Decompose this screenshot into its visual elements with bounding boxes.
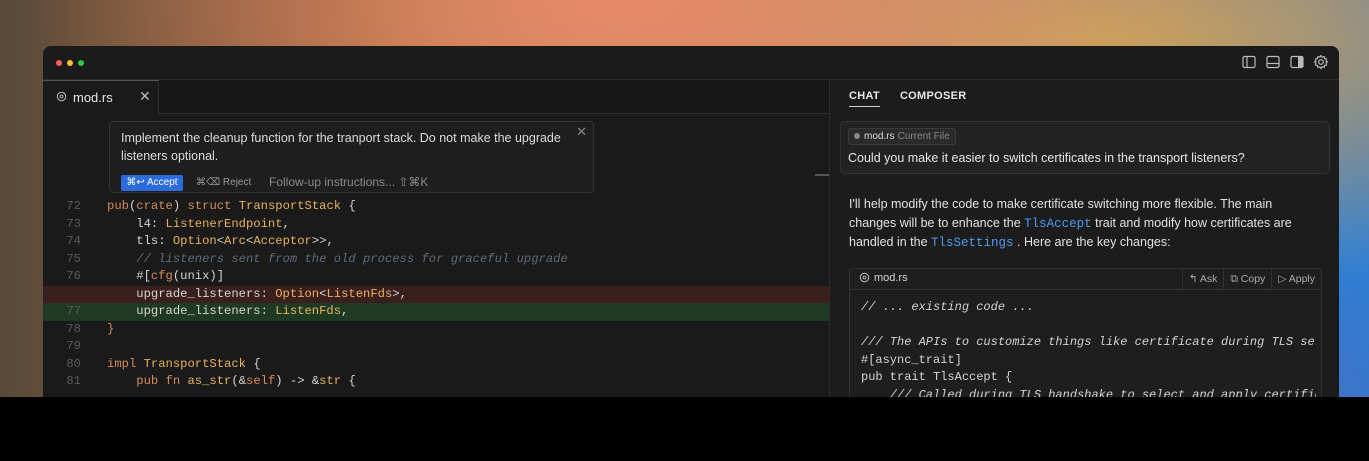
close-dot[interactable] — [56, 60, 62, 66]
prompt-text: Implement the cleanup function for the t… — [121, 131, 561, 163]
file-dot-icon — [854, 133, 860, 139]
inline-edit-prompt: Implement the cleanup function for the t… — [109, 121, 594, 193]
tab-label: mod.rs — [73, 90, 113, 105]
code-block-line: #[async_trait] — [861, 352, 962, 367]
code-line: 79 — [66, 339, 81, 353]
prompt-close-icon[interactable]: ✕ — [576, 124, 587, 140]
ask-button[interactable]: ↰ Ask — [1181, 269, 1224, 289]
reject-button[interactable]: ⌘⌫ Reject — [196, 175, 251, 191]
code-line: 75 // listeners sent from the old proces… — [66, 251, 568, 266]
copy-button[interactable]: ⧉ Copy — [1223, 269, 1271, 289]
code-line: 80 impl TransportStack { — [66, 356, 261, 371]
scroll-marker — [815, 174, 829, 176]
code-block-file: mod.rs — [859, 272, 908, 284]
rust-file-icon — [56, 91, 67, 102]
code-block-line: /// The APIs to customize things like ce… — [861, 335, 1316, 349]
minimize-dot[interactable] — [67, 60, 73, 66]
assistant-text-3: . Here are the key changes: — [1017, 235, 1171, 249]
code-line: 72 pub(crate) struct TransportStack { — [66, 199, 356, 213]
assistant-message: I'll help modify the code to make certif… — [849, 195, 1319, 253]
followup-input[interactable]: Follow-up instructions... ⇧⌘K — [269, 174, 428, 191]
inline-code-tlsaccept: TlsAccept — [1024, 216, 1092, 231]
title-bar — [43, 46, 1339, 80]
code-line: 76 #[cfg(unix)] — [66, 269, 225, 283]
sidebar-left-icon[interactable] — [1241, 54, 1257, 70]
suggested-code-block: mod.rs ↰ Ask ⧉ Copy ▷ Apply // ... exist… — [849, 268, 1322, 397]
code-block-line: // ... existing code ... — [861, 300, 1034, 314]
code-line-deleted: upgrade_listeners: Option<ListenFds>, — [43, 285, 829, 303]
gear-icon[interactable] — [1313, 54, 1329, 70]
bottom-letterbox — [0, 397, 1369, 461]
tab-composer[interactable]: COMPOSER — [900, 90, 967, 107]
accept-button[interactable]: ⌘↩ Accept — [121, 175, 183, 191]
tab-close-icon[interactable]: ✕ — [139, 88, 151, 105]
chat-panel: CHAT COMPOSER mod.rs Current File Could y… — [830, 80, 1339, 397]
code-line: 73 l4: ListenerEndpoint, — [66, 216, 290, 231]
code-editor-pane: mod.rs ✕ Implement the cleanup function … — [43, 80, 830, 397]
user-message-text: Could you make it easier to switch certi… — [848, 151, 1245, 165]
apply-button[interactable]: ▷ Apply — [1271, 269, 1321, 289]
inline-code-tlssettings: TlsSettings — [931, 236, 1014, 250]
sidebar-right-icon[interactable] — [1289, 54, 1305, 70]
code-block-line: pub trait TlsAccept { — [861, 370, 1013, 384]
chip-file: mod.rs — [864, 131, 895, 142]
chip-sub: Current File — [897, 131, 950, 142]
zoom-dot[interactable] — [78, 60, 84, 66]
code-block-header: mod.rs ↰ Ask ⧉ Copy ▷ Apply — [850, 269, 1321, 290]
code-block-line: /// Called during TLS handshake to selec… — [861, 387, 1316, 398]
rust-file-icon — [859, 272, 870, 283]
code-line: 74 tls: Option<Arc<Acceptor>>, — [66, 234, 334, 248]
editor-tab-bar: mod.rs ✕ — [43, 80, 829, 114]
user-message: mod.rs Current File Could you make it eas… — [840, 121, 1330, 174]
panel-bottom-icon[interactable] — [1265, 54, 1281, 70]
tab-mod-rs[interactable]: mod.rs ✕ — [43, 80, 159, 114]
context-file-chip[interactable]: mod.rs Current File — [848, 128, 956, 145]
code-block-line — [861, 317, 1316, 335]
editor-window: mod.rs ✕ Implement the cleanup function … — [43, 46, 1339, 397]
code-block-body: // ... existing code ... /// The APIs to… — [861, 299, 1316, 397]
tab-chat[interactable]: CHAT — [849, 90, 880, 107]
code-line: 78} — [66, 321, 115, 336]
code-line: 81 pub fn as_str(&self) -> &str { — [66, 374, 356, 388]
code-line-added: 77 upgrade_listeners: ListenFds, — [43, 303, 829, 321]
